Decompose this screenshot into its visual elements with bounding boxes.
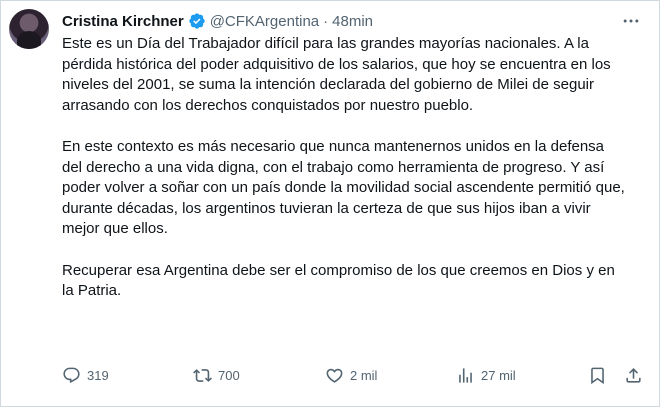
retweet-button[interactable]: 700 bbox=[193, 363, 240, 387]
tweet-timestamp[interactable]: 48min bbox=[332, 13, 373, 30]
action-bar: 319 700 2 mil 27 mil bbox=[62, 363, 652, 387]
views-count: 27 mil bbox=[481, 367, 516, 383]
bookmark-button[interactable] bbox=[588, 363, 607, 387]
author-name[interactable]: Cristina Kirchner bbox=[62, 13, 184, 30]
retweet-icon bbox=[193, 368, 212, 382]
retweet-count: 700 bbox=[218, 367, 240, 383]
verified-badge-icon bbox=[188, 12, 206, 30]
tweet-text: Este es un Día del Trabajador difícil pa… bbox=[62, 34, 627, 322]
reply-button[interactable]: 319 bbox=[62, 363, 109, 387]
views-button[interactable]: 27 mil bbox=[456, 363, 516, 387]
like-icon bbox=[326, 368, 343, 383]
author-handle[interactable]: @CFKArgentina bbox=[210, 13, 319, 30]
like-button[interactable]: 2 mil bbox=[325, 363, 377, 387]
reply-icon bbox=[63, 367, 80, 383]
header-separator: · bbox=[323, 12, 329, 30]
tweet-paragraph: En este contexto es más necesario que nu… bbox=[62, 137, 625, 238]
tweet-paragraph: Este es un Día del Trabajador difícil pa… bbox=[62, 35, 611, 114]
tweet-card[interactable]: Cristina Kirchner @CFKArgentina · 48min … bbox=[0, 0, 660, 407]
like-count: 2 mil bbox=[350, 367, 378, 383]
share-button[interactable] bbox=[624, 363, 643, 387]
views-icon bbox=[459, 367, 472, 383]
share-icon bbox=[626, 367, 641, 383]
more-icon[interactable] bbox=[619, 11, 643, 31]
tweet-paragraph: Recuperar esa Argentina debe ser el comp… bbox=[62, 261, 615, 300]
bookmark-icon bbox=[591, 367, 604, 384]
tweet-header: Cristina Kirchner @CFKArgentina · 48min bbox=[62, 10, 373, 32]
avatar[interactable] bbox=[9, 9, 49, 49]
reply-count: 319 bbox=[87, 367, 109, 383]
